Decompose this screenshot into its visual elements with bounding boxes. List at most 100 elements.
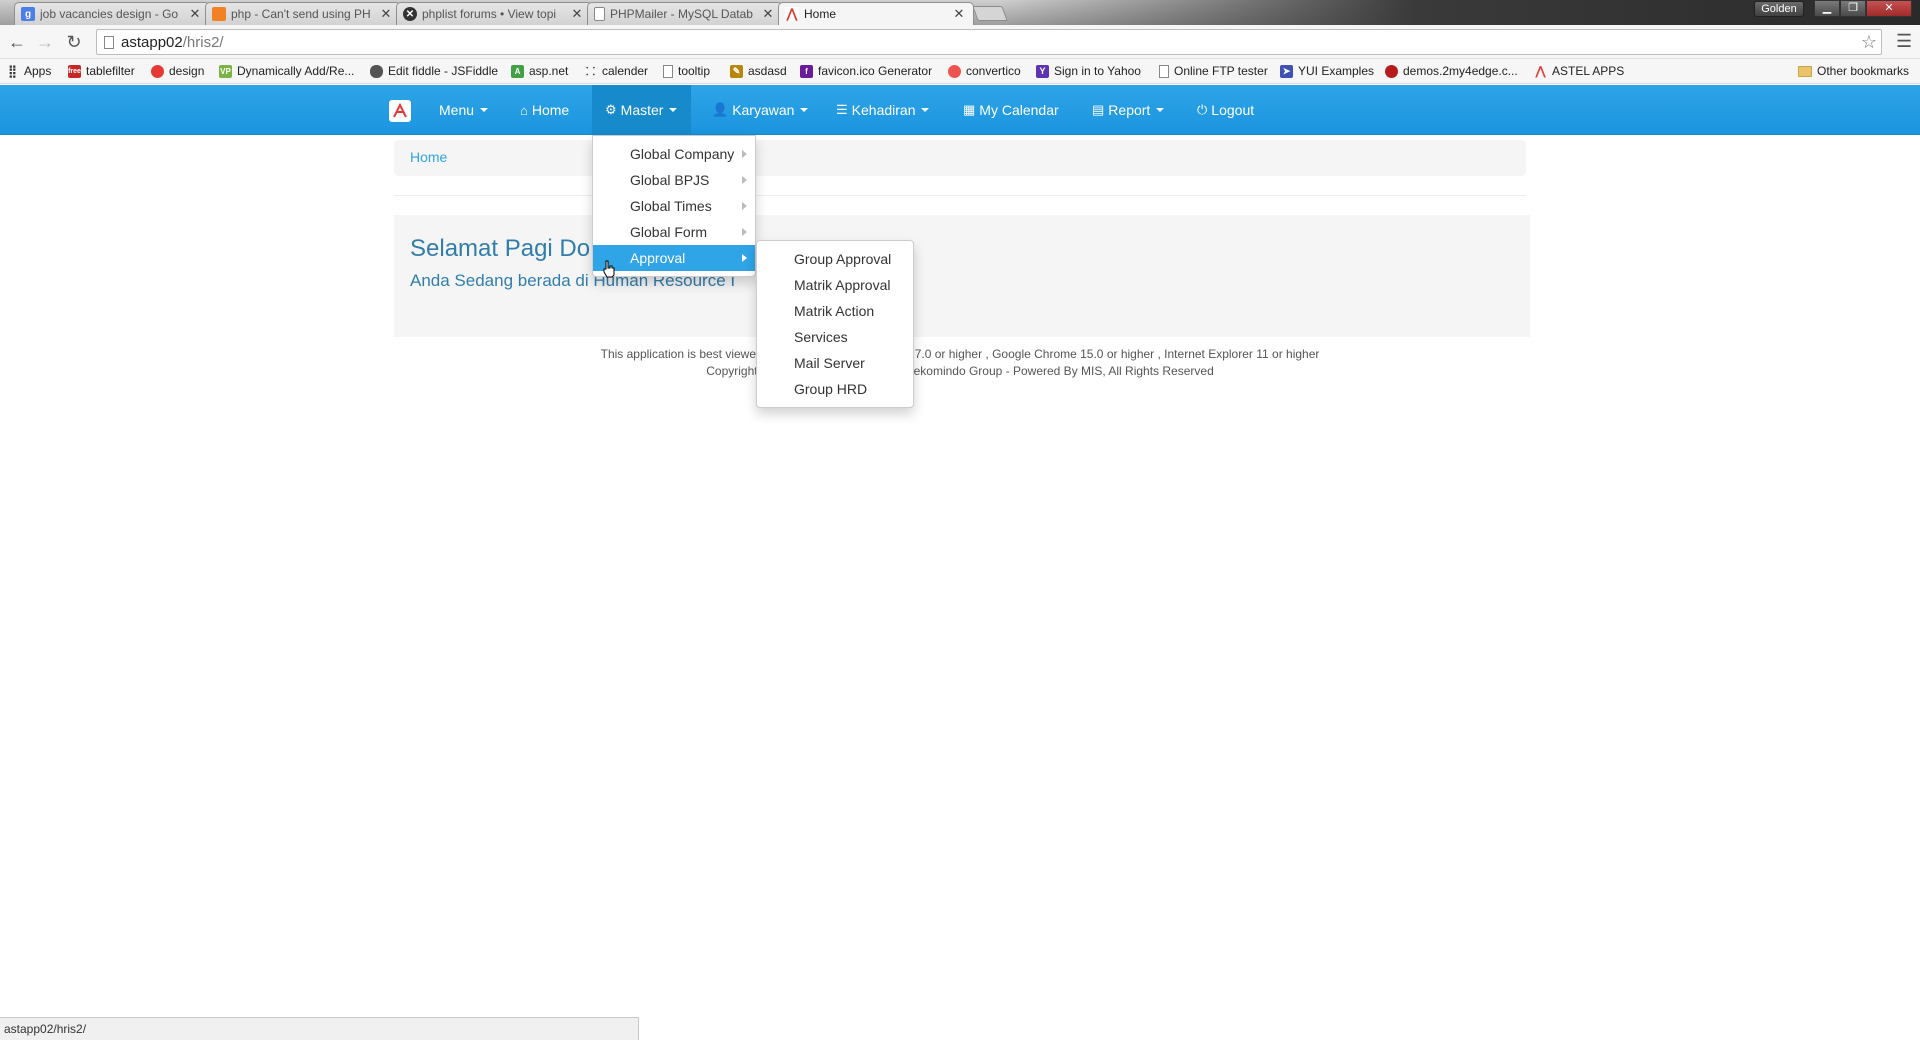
- browser-tab-active[interactable]: ⋀ Home ✕: [778, 2, 974, 25]
- cog-icon: ⚙: [605, 102, 617, 117]
- new-tab-button[interactable]: [972, 6, 1008, 21]
- bookmark-item[interactable]: Online FTP tester: [1159, 64, 1268, 78]
- bookmark-label: tablefilter: [86, 64, 135, 78]
- bookmark-item[interactable]: Aasp.net: [511, 64, 568, 78]
- bookmark-apps[interactable]: ⣿ Apps: [6, 64, 51, 78]
- menu-item-label: Global BPJS: [630, 172, 710, 188]
- bookmark-item[interactable]: Edit fiddle - JSFiddle: [370, 64, 498, 78]
- nav-logout[interactable]: ⏻ Logout: [1185, 85, 1266, 135]
- back-arrow-icon[interactable]: ←: [6, 31, 28, 53]
- bookmark-item[interactable]: ➤ YUI Examples: [1280, 64, 1374, 78]
- browser-tab-strip: g job vacancies design - Go ✕ php - Can'…: [0, 0, 1920, 25]
- maximize-icon[interactable]: ❐: [1840, 0, 1866, 17]
- bookmark-item[interactable]: VP Dynamically Add/Re...: [219, 64, 354, 78]
- close-window-icon[interactable]: ✕: [1866, 0, 1912, 17]
- footer-text: ekomindo Group - Powered By MIS, All Rig…: [913, 364, 1214, 378]
- grid-icon: ▤: [1092, 102, 1105, 117]
- bookmark-item[interactable]: free tablefilter: [68, 64, 135, 78]
- convertico-icon: [948, 64, 961, 78]
- submenu-item-services[interactable]: Services: [757, 324, 913, 350]
- submenu-item-mail-server[interactable]: Mail Server: [757, 350, 913, 376]
- reload-icon[interactable]: ↻: [63, 31, 85, 53]
- stackoverflow-icon: [212, 7, 226, 21]
- bookmark-other[interactable]: Other bookmarks: [1798, 64, 1909, 78]
- forward-arrow-icon[interactable]: →: [34, 31, 56, 53]
- url-text: astapp02/hris2/: [121, 34, 224, 51]
- bookmark-item[interactable]: Y Sign in to Yahoo: [1036, 64, 1141, 78]
- page-icon: [104, 36, 114, 49]
- nav-my-calendar[interactable]: ▦ My Calendar: [951, 85, 1071, 135]
- google-icon: g: [21, 7, 35, 21]
- calendar-icon: ▦: [963, 102, 976, 117]
- pencil-icon: ✎: [730, 64, 743, 78]
- bookmark-item[interactable]: design: [151, 64, 204, 78]
- nav-master[interactable]: ⚙ Master: [592, 85, 692, 135]
- demos-icon: [1385, 64, 1398, 78]
- bookmark-label: favicon.ico Generator: [818, 64, 933, 78]
- menu-item-label: Global Form: [630, 224, 708, 240]
- close-tab-icon[interactable]: ✕: [762, 6, 774, 22]
- menu-item-global-company[interactable]: Global Company: [593, 141, 755, 167]
- hexagon-icon: [151, 64, 164, 78]
- caret-down-icon: [1156, 108, 1165, 112]
- menu-item-approval[interactable]: Approval: [593, 245, 755, 271]
- bookmark-label: Online FTP tester: [1174, 64, 1268, 78]
- browser-tab[interactable]: php - Can't send using PH ✕: [205, 2, 401, 25]
- yahoo-icon: Y: [1036, 64, 1049, 78]
- nav-kehadiran[interactable]: ☰ Kehadiran: [824, 85, 941, 135]
- approval-submenu: Group Approval Matrik Approval Matrik Ac…: [756, 240, 914, 408]
- caret-down-icon: [669, 108, 678, 112]
- bookmark-star-icon[interactable]: ☆: [1861, 32, 1877, 53]
- bookmark-label: Other bookmarks: [1817, 64, 1910, 78]
- bookmark-item[interactable]: f favicon.ico Generator: [800, 64, 932, 78]
- url-path: /hris2/: [182, 34, 224, 51]
- nav-karyawan[interactable]: 👤 Karyawan: [700, 85, 820, 135]
- bookmark-item[interactable]: tooltip: [663, 64, 710, 78]
- breadcrumb-home-link[interactable]: Home: [410, 149, 447, 165]
- close-tab-icon[interactable]: ✕: [380, 6, 392, 22]
- page-icon: [594, 7, 605, 21]
- chevron-right-icon: [742, 150, 747, 158]
- address-bar[interactable]: astapp02/hris2/ ☆: [96, 29, 1882, 55]
- browser-tab[interactable]: g job vacancies design - Go ✕: [14, 2, 210, 25]
- chevron-right-icon: [742, 228, 747, 236]
- browser-menu-icon[interactable]: ☰: [1896, 31, 1912, 52]
- submenu-item-matrik-approval[interactable]: Matrik Approval: [757, 272, 913, 298]
- close-tab-icon[interactable]: ✕: [189, 6, 201, 22]
- greeting-heading: Selamat Pagi Do: [410, 235, 591, 262]
- nav-label: My Calendar: [979, 102, 1059, 118]
- bookmark-item[interactable]: ⸬ calender: [584, 64, 648, 78]
- phplist-icon: ✕: [403, 7, 417, 21]
- calendar-icon: ⸬: [585, 65, 596, 78]
- app-logo-icon[interactable]: [389, 100, 411, 122]
- close-tab-icon[interactable]: ✕: [571, 6, 583, 22]
- page-icon: [1159, 64, 1169, 78]
- bookmark-item[interactable]: convertico: [948, 64, 1021, 78]
- submenu-item-matrik-action[interactable]: Matrik Action: [757, 298, 913, 324]
- nav-label: Menu: [439, 102, 475, 118]
- bookmark-item[interactable]: demos.2my4edge.c...: [1385, 64, 1518, 78]
- bookmark-item[interactable]: ⋀ ASTEL APPS: [1534, 64, 1625, 78]
- footer-line-2: Copyright ekomindo Group - Powered By MIS…: [394, 363, 1526, 380]
- app-navbar: Menu ⌂ Home ⚙ Master 👤 Karyawan ☰ Kehadiran …: [0, 85, 1920, 135]
- nav-menu[interactable]: Menu: [427, 85, 500, 135]
- browser-tab[interactable]: PHPMailer - MySQL Datab ✕: [587, 2, 783, 25]
- close-tab-icon[interactable]: ✕: [953, 6, 965, 22]
- caret-down-icon: [480, 108, 489, 112]
- profile-button[interactable]: Golden: [1754, 1, 1804, 17]
- nav-report[interactable]: ▤ Report: [1080, 85, 1176, 135]
- bookmark-item[interactable]: ✎ asdasd: [730, 64, 787, 78]
- submenu-item-group-approval[interactable]: Group Approval: [757, 246, 913, 272]
- nav-home[interactable]: ⌂ Home: [508, 85, 581, 135]
- submenu-item-group-hrd[interactable]: Group HRD: [757, 376, 913, 402]
- free-icon: free: [68, 64, 81, 78]
- tab-title: php - Can't send using PH: [231, 7, 371, 21]
- tab-title: phplist forums • View topi: [422, 7, 557, 21]
- menu-item-global-form[interactable]: Global Form: [593, 219, 755, 245]
- minimize-icon[interactable]: ▁: [1814, 0, 1840, 17]
- menu-item-global-bpjs[interactable]: Global BPJS: [593, 167, 755, 193]
- menu-item-global-times[interactable]: Global Times: [593, 193, 755, 219]
- browser-tab[interactable]: ✕ phplist forums • View topi ✕: [396, 2, 592, 25]
- tab-title: job vacancies design - Go: [40, 7, 179, 21]
- hand-cursor-icon: [603, 260, 615, 278]
